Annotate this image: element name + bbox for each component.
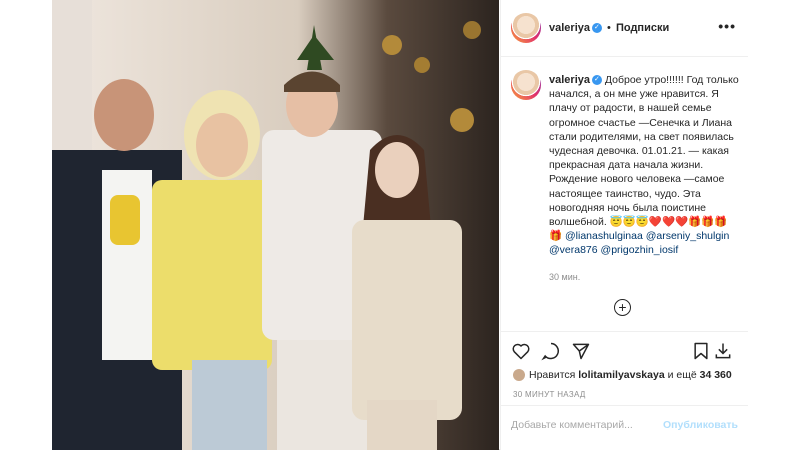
post-actions: Нравится lolitamilyavskaya и ещё 34 360 … (501, 331, 748, 442)
liker-avatar (513, 369, 525, 382)
more-dots-icon[interactable]: ••• (718, 18, 736, 34)
likes-line: Нравится lolitamilyavskaya и ещё 34 360 (513, 369, 732, 382)
separator-dot: • (607, 22, 611, 34)
post-header: valeriya ✓ • Подписки ••• (501, 0, 748, 57)
comment-bar: Опубликовать (501, 405, 748, 446)
publish-button[interactable]: Опубликовать (663, 419, 738, 431)
load-more-comments-icon[interactable]: + (614, 299, 631, 316)
comment-input[interactable] (511, 419, 661, 431)
author-avatar[interactable] (511, 13, 541, 43)
family-photo-image (52, 0, 499, 450)
mention-link[interactable]: @vera876 (549, 244, 598, 256)
post-sidebar: valeriya ✓ • Подписки ••• valeriya ✓ Добро… (500, 0, 748, 450)
save-bookmark-icon[interactable] (691, 341, 711, 361)
mention-link[interactable]: @prigozhin_iosif (601, 244, 679, 256)
likes-count[interactable]: 34 360 (700, 369, 732, 381)
download-icon[interactable] (713, 341, 733, 361)
liked-by-middle: и ещё (667, 369, 697, 381)
caption-text: valeriya ✓ Доброе утро!!!!!! Год только н… (549, 73, 741, 258)
caption-emojis: 😇😇😇❤️❤️❤️🎁🎁🎁 (609, 216, 728, 229)
post-photo[interactable] (52, 0, 499, 450)
caption-body: Доброе утро!!!!!! Год только начался, а … (549, 74, 739, 229)
comment-icon[interactable] (541, 341, 561, 361)
verified-badge-icon: ✓ (591, 23, 602, 34)
caption-avatar[interactable] (511, 70, 541, 100)
caption-username[interactable]: valeriya (549, 74, 590, 86)
caption-gift-icon: 🎁 (549, 230, 563, 243)
liked-by-prefix: Нравится (529, 369, 576, 381)
time-ago: 30 МИНУТ НАЗАД (513, 390, 586, 399)
heart-icon[interactable] (511, 341, 531, 361)
caption-time: 30 мин. (549, 272, 581, 282)
share-icon[interactable] (571, 341, 591, 361)
following-button[interactable]: Подписки (616, 22, 669, 34)
mention-link[interactable]: @arseniy_shulgin (646, 230, 730, 242)
author-username[interactable]: valeriya (549, 22, 590, 34)
caption-verified-badge-icon: ✓ (591, 75, 602, 86)
liked-by-user[interactable]: lolitamilyavskaya (578, 369, 664, 381)
mention-link[interactable]: @lianashulginaa (565, 230, 643, 242)
header-line: valeriya ✓ • Подписки (549, 22, 669, 34)
